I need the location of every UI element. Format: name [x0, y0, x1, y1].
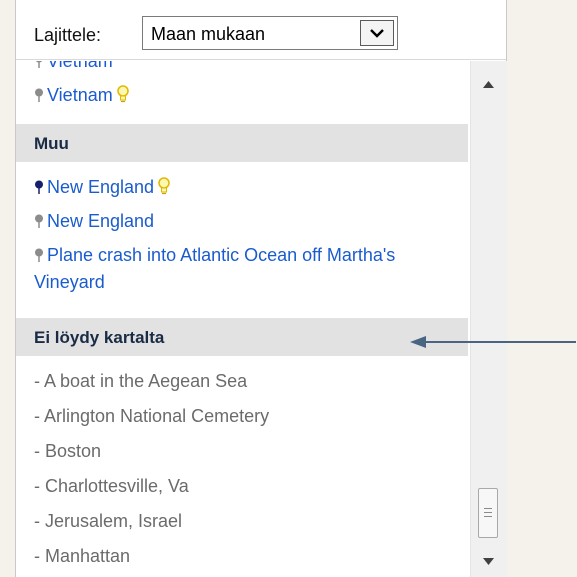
list-item: - Boston: [34, 441, 102, 461]
section-title: Ei löydy kartalta: [34, 328, 165, 347]
annotation-arrow-icon: [410, 336, 576, 348]
location-list: Vietnam Vietnam Muu New England New Engl…: [16, 61, 468, 577]
map-pin-icon: [35, 61, 43, 68]
list-item: - Charlottesville, Va: [34, 476, 189, 496]
scroll-down-arrow-icon[interactable]: [483, 558, 494, 565]
sort-dropdown[interactable]: Maan mukaan: [142, 16, 398, 50]
map-pin-icon: [35, 248, 43, 262]
list-item-label: Vietnam: [47, 85, 113, 105]
list-item: - Jerusalem, Israel: [34, 511, 183, 531]
list-item-label: Vietnam: [47, 61, 113, 71]
section-header: Muu: [16, 124, 468, 162]
list-item: - Arlington National Cemetery: [34, 406, 270, 426]
vertical-scrollbar[interactable]: [470, 61, 507, 577]
sort-dropdown-value: Maan mukaan: [151, 24, 266, 44]
sort-bar: Lajittele: Maan mukaan: [16, 0, 506, 60]
list-item-label: Plane crash into Atlantic Ocean off Mart…: [34, 245, 396, 292]
list-item[interactable]: New England: [34, 177, 170, 198]
sort-label: Lajittele:: [34, 25, 102, 45]
lightbulb-icon: [116, 85, 129, 103]
scrollbar-thumb[interactable]: [478, 488, 498, 538]
section-header: Ei löydy kartalta: [16, 318, 468, 356]
list-item[interactable]: Plane crash into Atlantic Ocean off Mart…: [34, 242, 454, 296]
lightbulb-icon: [158, 177, 170, 195]
chevron-down-icon: [370, 29, 384, 38]
map-pin-icon: [35, 88, 43, 102]
list-item: - A boat in the Aegean Sea: [34, 371, 248, 391]
list-item[interactable]: Vietnam: [34, 85, 129, 106]
list-item[interactable]: Vietnam: [34, 61, 113, 72]
map-pin-icon: [35, 180, 43, 194]
scroll-up-arrow-icon[interactable]: [483, 81, 494, 88]
dropdown-arrow-button[interactable]: [360, 20, 394, 46]
map-pin-icon: [35, 214, 43, 228]
list-item-label: New England: [47, 211, 155, 231]
sidebar-panel: Lajittele: Maan mukaan Vietnam Vietnam M…: [15, 0, 507, 577]
section-title: Muu: [34, 134, 69, 153]
list-item[interactable]: New England: [34, 211, 154, 232]
list-item: - Manhattan: [34, 546, 131, 566]
list-item-label: New England: [47, 177, 155, 197]
